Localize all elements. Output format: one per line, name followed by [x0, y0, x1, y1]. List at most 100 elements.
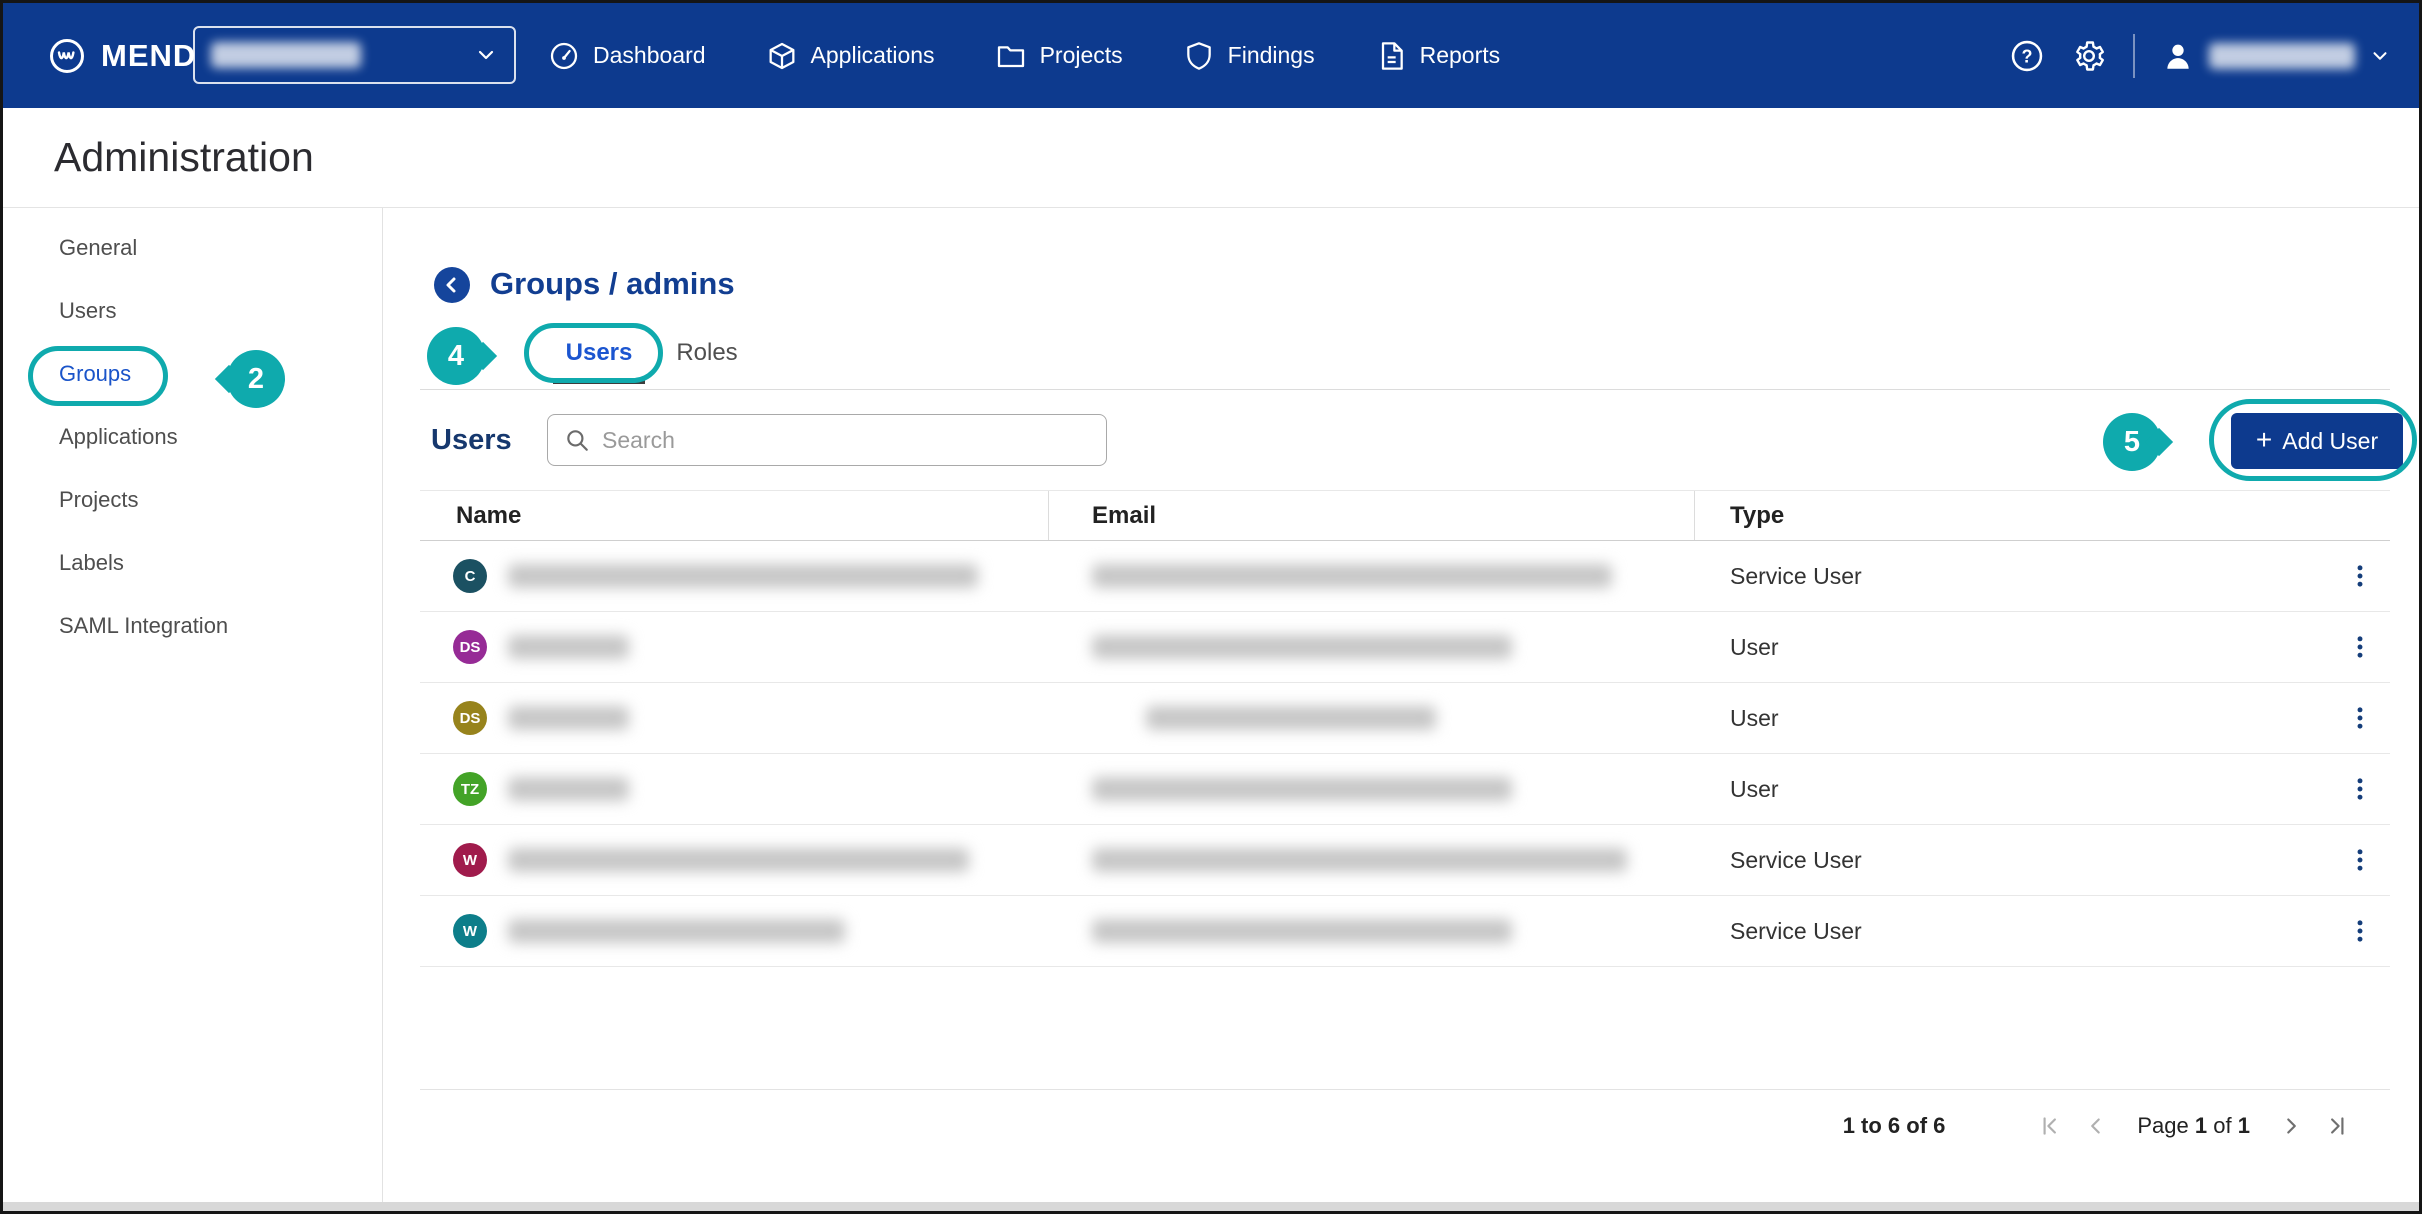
last-page-button[interactable]: [2324, 1113, 2350, 1139]
sidebar-item-label: Groups: [59, 361, 131, 387]
redacted-email: [1092, 777, 1512, 801]
tab-label: Users: [566, 339, 633, 367]
breadcrumb: Groups / admins: [490, 266, 735, 302]
org-selector-dropdown[interactable]: [193, 26, 516, 84]
row-menu-button[interactable]: [2346, 917, 2374, 945]
navbar-actions: ?: [2009, 3, 2391, 108]
sidebar-item-label: Labels: [59, 550, 124, 576]
redacted-name: [508, 635, 629, 659]
nav-item-label: Findings: [1228, 42, 1315, 69]
sidebar-item-saml-integration[interactable]: SAML Integration: [3, 594, 382, 657]
bottom-strip: [3, 1202, 2419, 1211]
nav-item-label: Dashboard: [593, 42, 706, 69]
row-menu-button[interactable]: [2346, 846, 2374, 874]
row-menu-button[interactable]: [2346, 775, 2374, 803]
search-icon: [564, 427, 590, 453]
nav-item-applications[interactable]: Applications: [766, 40, 935, 72]
avatar: W: [453, 914, 487, 948]
table-row[interactable]: DS User: [420, 683, 2390, 754]
row-menu-button[interactable]: [2346, 562, 2374, 590]
add-user-button[interactable]: + Add User: [2231, 413, 2403, 469]
pagination-summary: 1 to 6 of 6: [1843, 1113, 1946, 1139]
nav-item-label: Reports: [1420, 42, 1501, 69]
avatar: DS: [453, 701, 487, 735]
page-label: Page: [2137, 1113, 2188, 1138]
table-row[interactable]: TZ User: [420, 754, 2390, 825]
primary-nav: Dashboard Applications Projects: [548, 3, 1500, 108]
sidebar-item-labels[interactable]: Labels: [3, 531, 382, 594]
redacted-email: [1092, 635, 1512, 659]
redacted-email: [1092, 564, 1612, 588]
user-type: Service User: [1730, 847, 1862, 873]
sidebar-item-users[interactable]: Users: [3, 279, 382, 342]
plus-icon: +: [2256, 426, 2272, 454]
first-page-button[interactable]: [2037, 1113, 2063, 1139]
nav-item-label: Applications: [811, 42, 935, 69]
add-user-label: Add User: [2282, 428, 2378, 455]
chevron-left-icon: [2083, 1113, 2109, 1139]
account-menu[interactable]: [2161, 39, 2391, 73]
search-box[interactable]: [547, 414, 1107, 466]
top-navbar: MEND Dashboard: [3, 3, 2419, 108]
sidebar-item-label: SAML Integration: [59, 613, 228, 639]
kebab-menu-icon: [2346, 917, 2374, 945]
next-page-button[interactable]: [2278, 1113, 2304, 1139]
redacted-name: [508, 919, 845, 943]
table-footer: 1 to 6 of 6 Page 1 of 1: [420, 1089, 2390, 1162]
tab-roles[interactable]: Roles: [671, 338, 743, 368]
sidebar-item-label: Applications: [59, 424, 178, 450]
mend-admin-page: MEND Dashboard: [0, 0, 2422, 1214]
table-row[interactable]: C Service User: [420, 541, 2390, 612]
help-icon: ?: [2009, 38, 2045, 74]
users-section-title: Users: [431, 424, 512, 457]
nav-item-dashboard[interactable]: Dashboard: [548, 40, 706, 72]
user-type: User: [1730, 776, 1779, 802]
nav-item-projects[interactable]: Projects: [995, 40, 1123, 72]
redacted-name: [508, 706, 629, 730]
kebab-menu-icon: [2346, 846, 2374, 874]
redacted-name: [508, 564, 978, 588]
column-header-name: Name: [420, 491, 1049, 540]
table-row[interactable]: DS User: [420, 612, 2390, 683]
of-label: of: [2213, 1113, 2231, 1138]
nav-item-reports[interactable]: Reports: [1375, 40, 1501, 72]
back-button[interactable]: [434, 267, 470, 303]
row-menu-button[interactable]: [2346, 633, 2374, 661]
total-pages: 1: [2238, 1113, 2250, 1138]
users-table: Name Email Type C Service User DS: [420, 490, 2390, 967]
tab-label: Roles: [676, 339, 737, 367]
table-row[interactable]: W Service User: [420, 896, 2390, 967]
redacted-name: [508, 777, 629, 801]
help-button[interactable]: ?: [2009, 38, 2045, 74]
account-name-redacted: [2209, 43, 2355, 69]
user-type: User: [1730, 705, 1779, 731]
settings-button[interactable]: [2071, 38, 2107, 74]
user-type: User: [1730, 634, 1779, 660]
kebab-menu-icon: [2346, 633, 2374, 661]
svg-text:?: ?: [2022, 46, 2033, 66]
page-title: Administration: [54, 134, 314, 181]
table-row[interactable]: W Service User: [420, 825, 2390, 896]
previous-page-button[interactable]: [2083, 1113, 2109, 1139]
sidebar-item-label: Users: [59, 298, 116, 324]
brand-logo[interactable]: MEND: [47, 3, 196, 108]
sidebar-item-groups[interactable]: Groups: [3, 342, 382, 405]
chevron-left-icon: [440, 273, 464, 297]
first-page-icon: [2037, 1113, 2063, 1139]
main-content: Groups / admins Users Roles Users + Add …: [383, 208, 2419, 1202]
row-menu-button[interactable]: [2346, 704, 2374, 732]
sidebar-item-projects[interactable]: Projects: [3, 468, 382, 531]
table-header-row: Name Email Type: [420, 490, 2390, 541]
search-input[interactable]: [602, 427, 1092, 454]
gear-icon: [2071, 38, 2107, 74]
sidebar-item-general[interactable]: General: [3, 216, 382, 279]
brand-name: MEND: [101, 38, 196, 74]
avatar: DS: [453, 630, 487, 664]
last-page-icon: [2324, 1113, 2350, 1139]
cube-icon: [766, 40, 798, 72]
nav-item-findings[interactable]: Findings: [1183, 40, 1315, 72]
current-page: 1: [2195, 1113, 2207, 1138]
kebab-menu-icon: [2346, 775, 2374, 803]
tab-users[interactable]: Users: [555, 338, 643, 368]
sidebar-item-applications[interactable]: Applications: [3, 405, 382, 468]
